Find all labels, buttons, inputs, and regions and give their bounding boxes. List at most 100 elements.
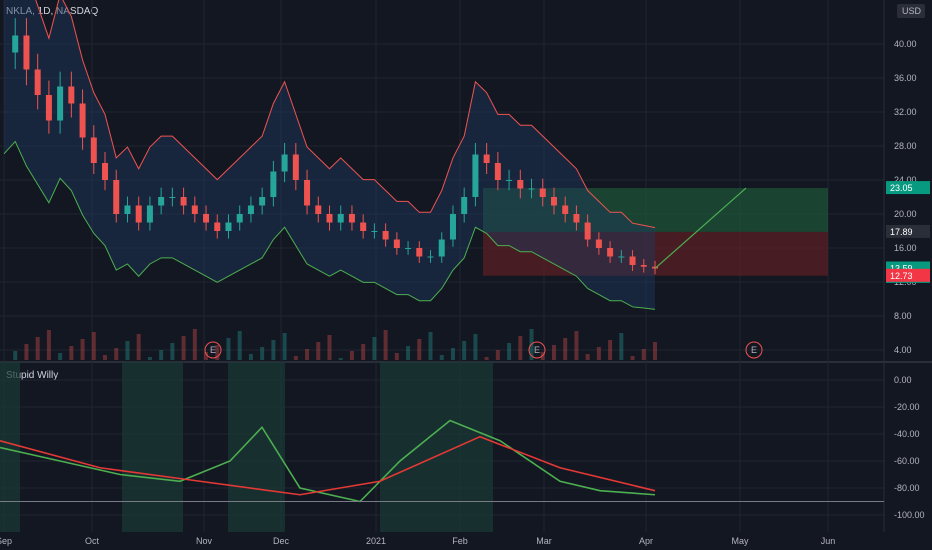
candle: [113, 180, 120, 214]
volume-bar: [181, 336, 186, 360]
volume-bar: [103, 355, 108, 360]
candle: [315, 205, 322, 214]
candle: [360, 222, 367, 231]
x-tick-label: May: [731, 536, 749, 546]
candle: [595, 239, 602, 248]
x-tick-label: Mar: [536, 536, 552, 546]
candle: [584, 222, 591, 240]
price-tick-label: 28.00: [894, 141, 917, 151]
volume-bar: [563, 338, 568, 360]
candle: [158, 197, 165, 206]
candle: [203, 214, 210, 223]
volume-bar: [237, 331, 242, 360]
indicator-slow-line: [0, 435, 656, 496]
volume-bar: [260, 347, 265, 360]
indicator-tick-label: -20.00: [894, 402, 920, 412]
indicator-tick-label: -100.00: [894, 510, 925, 520]
candle: [281, 154, 288, 172]
candle: [483, 154, 490, 163]
volume-bar: [91, 332, 96, 360]
candle: [146, 205, 153, 223]
volume-bar: [69, 346, 74, 360]
bollinger-band: [4, 0, 655, 310]
price-tick-label: 4.00: [894, 345, 912, 355]
volume-bar: [361, 344, 366, 360]
volume-bar: [619, 333, 624, 360]
candle: [191, 205, 198, 214]
candle: [337, 214, 344, 223]
candle: [528, 188, 535, 190]
candle: [562, 205, 569, 214]
indicator-zone: [0, 362, 20, 532]
indicator-zone: [122, 362, 183, 532]
candle: [618, 256, 625, 258]
earnings-label: E: [751, 345, 757, 355]
candle: [640, 265, 647, 267]
indicator-zone: [228, 362, 285, 532]
candle: [550, 197, 557, 206]
volume-bar: [192, 329, 197, 360]
x-tick-label: Feb: [452, 536, 468, 546]
price-tag-label: 23.05: [890, 183, 913, 193]
candle: [247, 205, 254, 214]
candle: [180, 197, 187, 206]
candle: [348, 214, 355, 223]
earnings-label: E: [534, 345, 540, 355]
candle: [494, 163, 501, 180]
volume-bar: [473, 334, 478, 360]
volume-bar: [596, 347, 601, 360]
volume-bar: [305, 349, 310, 360]
candle: [472, 154, 479, 197]
volume-bar: [136, 334, 141, 360]
volume-bar: [159, 350, 164, 360]
candle: [461, 197, 468, 214]
earnings-label: E: [210, 345, 216, 355]
x-tick-label: Sep: [0, 536, 12, 546]
candle: [34, 69, 41, 95]
indicator-tick-label: -80.00: [894, 483, 920, 493]
volume-bar: [428, 332, 433, 360]
candle: [506, 180, 513, 181]
candle: [270, 171, 277, 197]
volume-bar: [13, 351, 18, 360]
price-chart[interactable]: 40.0036.0032.0028.0024.0020.0016.0012.00…: [0, 0, 932, 550]
volume-bar: [147, 357, 152, 360]
candle: [57, 86, 64, 121]
x-tick-label: Jun: [821, 536, 836, 546]
candle: [79, 103, 86, 138]
candle: [292, 154, 299, 180]
price-tick-label: 40.00: [894, 39, 917, 49]
price-tag-label: 17.89: [890, 227, 913, 237]
volume-bar: [58, 353, 63, 360]
volume-bar: [518, 336, 523, 360]
price-tick-label: 20.00: [894, 209, 917, 219]
candle: [135, 205, 142, 223]
candle: [259, 197, 266, 206]
candle: [517, 180, 524, 189]
candle: [124, 205, 131, 214]
volume-bar: [46, 330, 51, 360]
indicator-tick-label: -60.00: [894, 456, 920, 466]
candle: [90, 137, 97, 163]
candle: [416, 248, 423, 257]
volume-bar: [383, 330, 388, 360]
volume-bar: [282, 333, 287, 360]
x-tick-label: 2021: [366, 536, 386, 546]
volume-bar: [394, 353, 399, 360]
volume-bar: [608, 340, 613, 360]
candle: [371, 231, 378, 232]
candle: [304, 180, 311, 206]
volume-bar: [293, 356, 298, 360]
candle: [427, 256, 434, 258]
candle: [539, 188, 546, 197]
candle: [382, 231, 389, 240]
volume-bar: [372, 337, 377, 360]
volume-bar: [439, 355, 444, 360]
candle: [45, 95, 52, 121]
price-tick-label: 32.00: [894, 107, 917, 117]
volume-bar: [24, 344, 29, 360]
volume-bar: [484, 357, 489, 360]
volume-bar: [495, 350, 500, 360]
volume-bar: [641, 349, 646, 360]
indicator-tick-label: -40.00: [894, 429, 920, 439]
